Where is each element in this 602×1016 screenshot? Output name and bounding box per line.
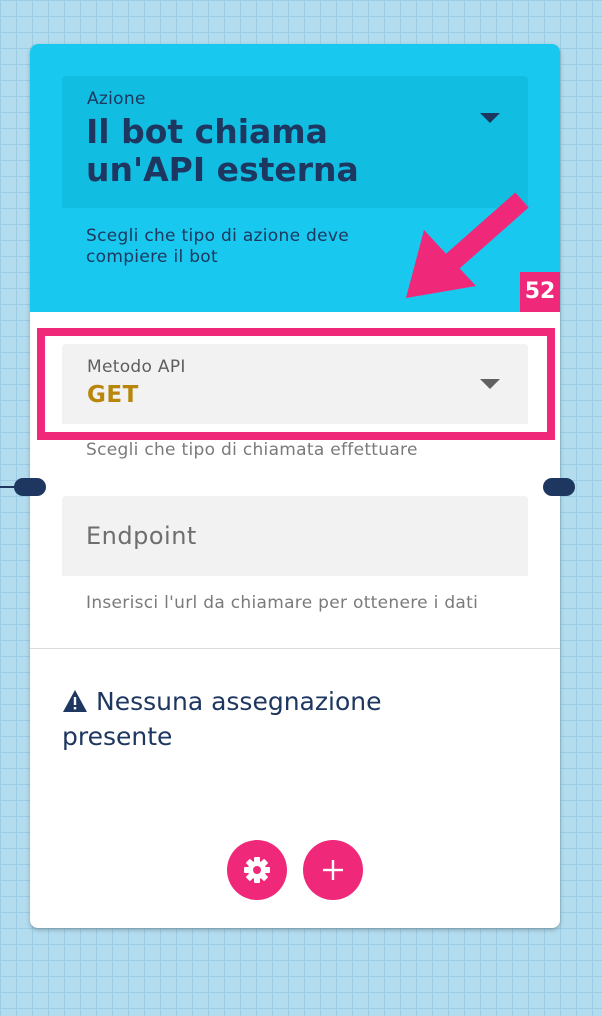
- action-select-value: Il bot chiama un'API esterna: [86, 112, 359, 189]
- bot-action-node-card: Azione Il bot chiama un'API esterna Sceg…: [30, 44, 560, 928]
- no-assignments-warning: Nessuna assegnazione presente: [62, 684, 482, 754]
- output-connector-handle[interactable]: [543, 478, 575, 496]
- endpoint-input[interactable]: [62, 496, 528, 576]
- plus-icon: [323, 860, 343, 880]
- action-select-label: Azione: [87, 89, 146, 109]
- input-connector-handle[interactable]: [14, 478, 46, 496]
- section-divider: [30, 648, 560, 649]
- no-assignments-text: Nessuna assegnazione presente: [62, 687, 382, 751]
- action-helper-text: Scegli che tipo di azione deve compiere …: [86, 226, 349, 267]
- warning-icon: [63, 690, 87, 712]
- endpoint-helper-text: Inserisci l'url da chiamare per ottenere…: [86, 593, 479, 613]
- add-assignment-button[interactable]: [303, 840, 363, 900]
- highlight-annotation-box: [37, 328, 555, 440]
- arrow-annotation-icon: [406, 192, 529, 298]
- api-method-helper-text: Scegli che tipo di chiamata effettuare: [86, 440, 418, 460]
- settings-button[interactable]: [227, 840, 287, 900]
- gear-icon: [244, 857, 270, 883]
- caret-down-icon: [480, 113, 500, 123]
